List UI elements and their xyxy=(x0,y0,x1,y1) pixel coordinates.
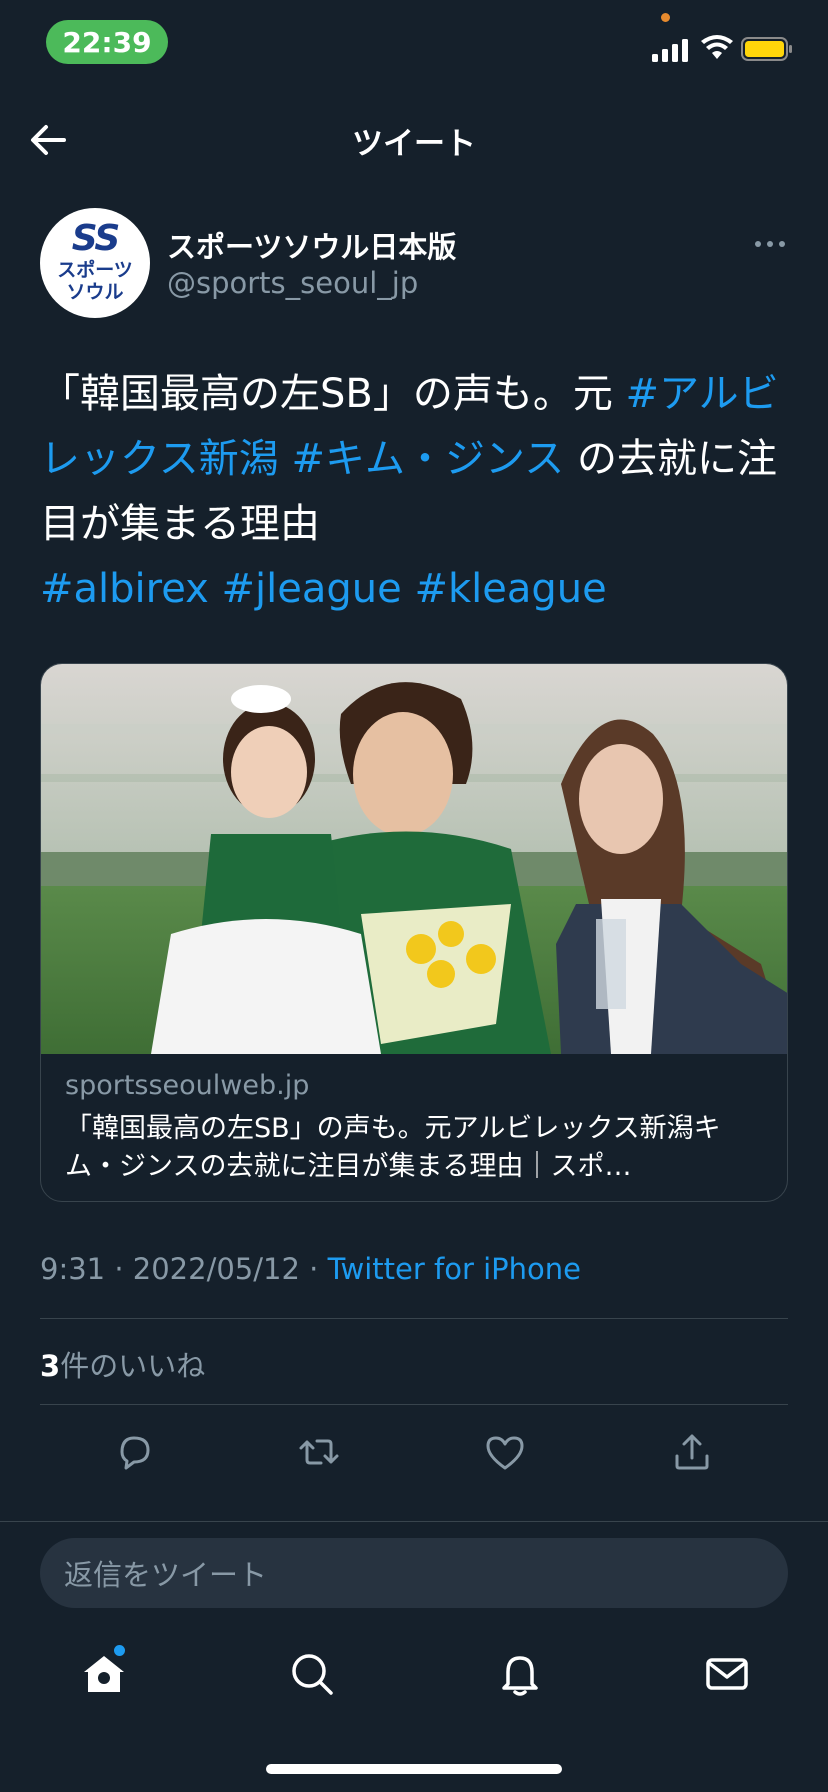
likes-count[interactable]: 3件のいいね xyxy=(40,1343,205,1385)
avatar-logo-line: ソウル xyxy=(66,281,124,303)
heart-icon[interactable] xyxy=(483,1430,527,1474)
share-icon[interactable] xyxy=(670,1430,714,1474)
tweet-timestamp: 9:31 · 2022/05/12 · Twitter for iPhone xyxy=(40,1252,581,1286)
privacy-indicator-dot xyxy=(661,13,670,22)
reply-icon[interactable] xyxy=(112,1430,156,1474)
bell-icon[interactable] xyxy=(496,1650,544,1698)
status-time: 22:39 xyxy=(46,20,168,64)
hashtag-link[interactable]: #jleague xyxy=(222,566,402,612)
mail-icon[interactable] xyxy=(703,1650,751,1698)
card-domain: sportsseoulweb.jp xyxy=(65,1070,310,1101)
author-name[interactable]: スポーツソウル日本版 xyxy=(167,224,456,266)
hashtag-link[interactable]: #キム・ジンス xyxy=(292,436,565,482)
hashtag-link[interactable]: #kleague xyxy=(414,566,606,612)
author-handle[interactable]: @sports_seoul_jp xyxy=(167,266,418,300)
page-title: ツイート xyxy=(352,126,476,162)
tweet-text: 「韓国最高の左SB」の声も。元 #アルビレックス新潟 #キム・ジンス の去就に注… xyxy=(40,362,790,622)
card-image xyxy=(41,664,787,1054)
home-indicator xyxy=(266,1764,562,1774)
source-link[interactable]: Twitter for iPhone xyxy=(328,1252,581,1286)
likes-number: 3 xyxy=(40,1349,61,1383)
avatar[interactable]: SS スポーツ ソウル xyxy=(40,208,150,318)
divider xyxy=(40,1318,788,1319)
reply-placeholder: 返信をツイート xyxy=(64,1558,268,1592)
signal-icon xyxy=(652,36,690,62)
likes-label: 件のいいね xyxy=(60,1349,206,1383)
battery-icon xyxy=(741,37,792,61)
avatar-logo-text: SS xyxy=(71,218,121,259)
more-horizontal-icon[interactable] xyxy=(754,240,786,248)
tweet-text-segment: 「韓国最高の左SB」の声も。元 xyxy=(40,371,626,417)
notification-dot xyxy=(114,1645,125,1656)
hashtag-link[interactable]: #albirex xyxy=(40,566,209,612)
card-title: 「韓国最高の左SB」の声も。元アルビレックス新潟キム・ジンスの去就に注目が集まる… xyxy=(65,1113,721,1182)
home-icon[interactable] xyxy=(80,1650,128,1698)
reply-input[interactable]: 返信をツイート xyxy=(40,1538,788,1608)
wifi-icon xyxy=(701,35,733,59)
divider xyxy=(0,1521,828,1522)
divider xyxy=(40,1404,788,1405)
tweet-text-segment xyxy=(279,436,292,482)
retweet-icon[interactable] xyxy=(297,1430,341,1474)
link-card[interactable]: sportsseoulweb.jp 「韓国最高の左SB」の声も。元アルビレックス… xyxy=(40,663,788,1202)
timestamp-text: 9:31 · 2022/05/12 · xyxy=(40,1252,328,1286)
search-icon[interactable] xyxy=(288,1650,336,1698)
avatar-logo-line: スポーツ xyxy=(57,259,133,281)
